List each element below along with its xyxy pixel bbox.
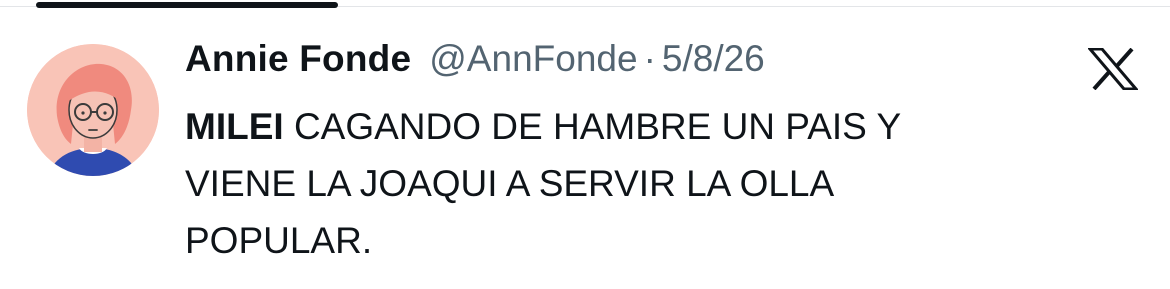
- tweet-date[interactable]: 5/8/26: [662, 38, 765, 80]
- tweet-header: Annie Fonde @AnnFonde · 5/8/26: [185, 38, 765, 94]
- header-separator: ·: [643, 38, 656, 79]
- top-drag-indicator: [36, 2, 338, 8]
- tweet-screenshot: Annie Fonde @AnnFonde · 5/8/26 MILEI CAG…: [0, 0, 1170, 289]
- tweet-text-line-2: VIENE LA JOAQUI A SERVIR LA OLLA: [185, 163, 835, 204]
- tweet-text-line-1: MILEI CAGANDO DE HAMBRE UN PAIS Y: [185, 98, 1085, 155]
- tweet-text-line-3: POPULAR.: [185, 220, 373, 261]
- x-logo-icon: [1086, 47, 1140, 91]
- tweet-text-bold-word: MILEI: [185, 106, 284, 147]
- avatar-illustration-icon: [27, 44, 159, 176]
- avatar[interactable]: [27, 44, 159, 176]
- tweet-text: MILEI CAGANDO DE HAMBRE UN PAIS Y VIENE …: [185, 98, 1085, 269]
- author-display-name[interactable]: Annie Fonde: [185, 38, 411, 80]
- tweet-text-line-1-rest: CAGANDO DE HAMBRE UN PAIS Y: [283, 106, 902, 147]
- author-handle[interactable]: @AnnFonde: [429, 38, 637, 80]
